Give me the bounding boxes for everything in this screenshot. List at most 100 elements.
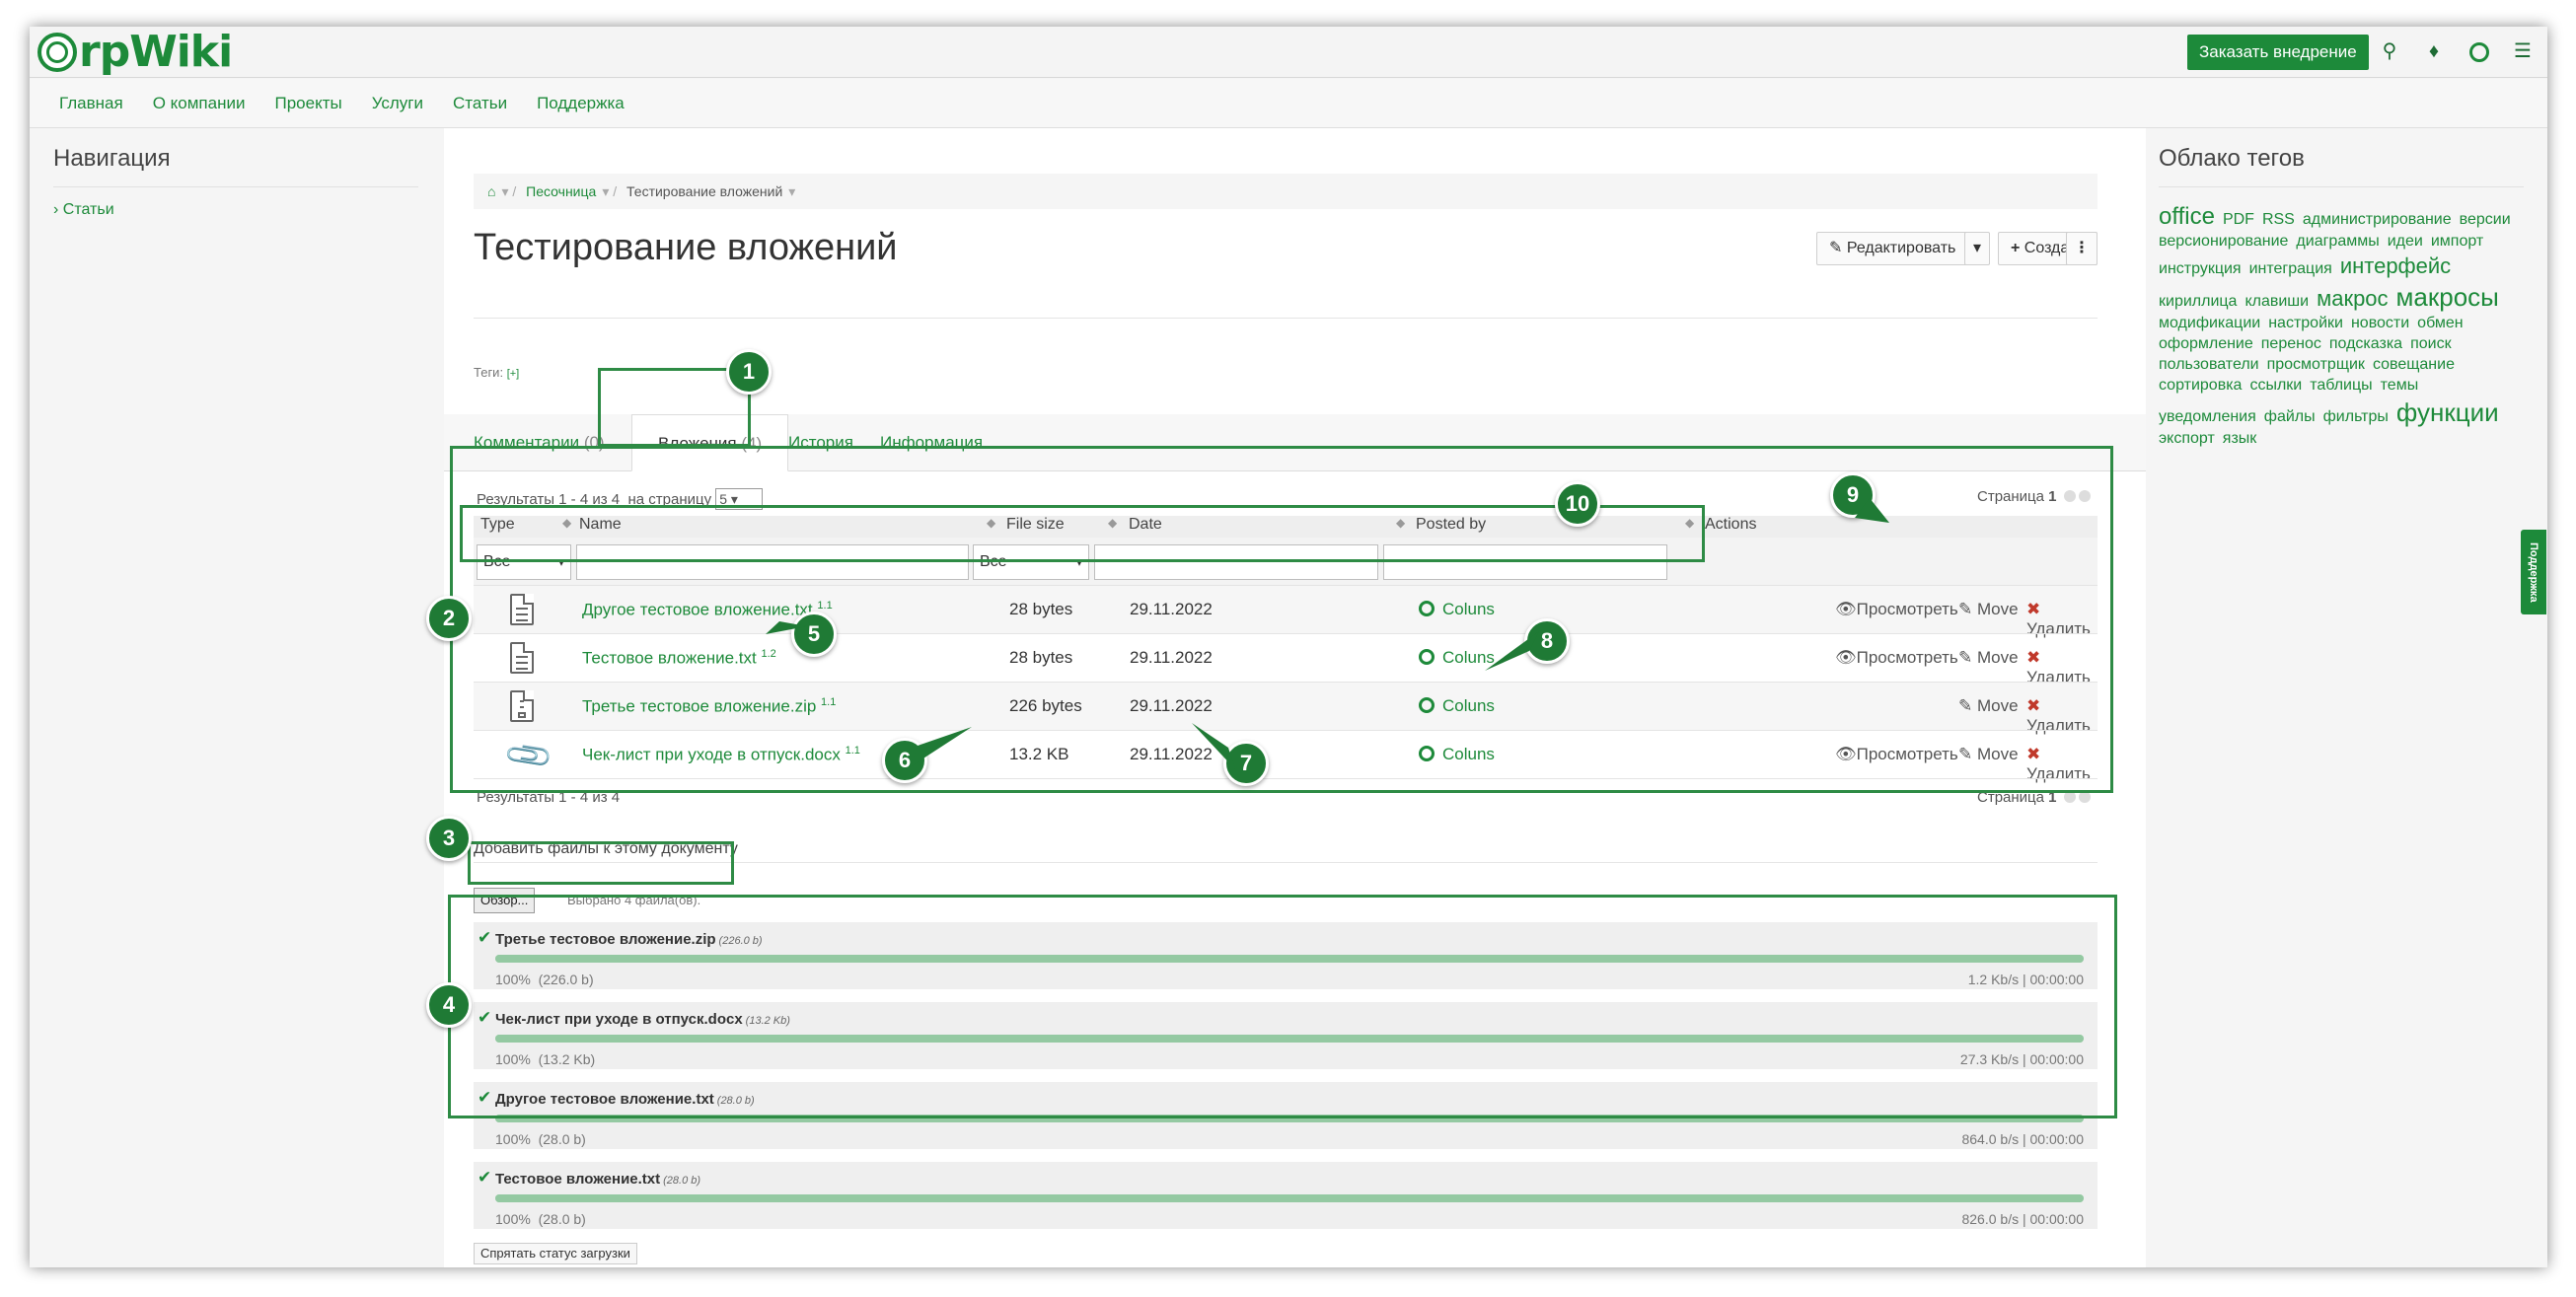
right-sidebar: Облако тегов office PDF RSS администрирован…: [2159, 145, 2524, 450]
search-icon[interactable]: ⚲: [2377, 38, 2402, 64]
tag-cloud-item[interactable]: модификации: [2159, 314, 2260, 334]
add-tag-link[interactable]: [+]: [507, 368, 520, 380]
caret-down-icon: ▾: [1972, 240, 1982, 256]
tag-cloud-item[interactable]: инструкция: [2159, 259, 2242, 280]
tag-cloud-item[interactable]: ссылки: [2249, 376, 2302, 396]
tag-cloud-item[interactable]: интерфейс: [2340, 252, 2451, 281]
tag-cloud-item[interactable]: импорт: [2431, 232, 2483, 252]
logo[interactable]: rpWiki: [37, 27, 233, 77]
edit-label: Редактировать: [1846, 240, 1956, 256]
sidebar-link-label: Статьи: [62, 201, 114, 218]
plus-icon: +: [2011, 240, 2024, 256]
upload-speed: 864.0 b/s | 00:00:00: [1961, 1131, 2084, 1147]
globe-icon[interactable]: [2466, 38, 2492, 64]
tag-cloud-item[interactable]: перенос: [2261, 334, 2321, 355]
title-divider: [474, 318, 2098, 319]
tag-cloud-item[interactable]: подсказка: [2329, 334, 2402, 355]
upload-percent-value: 100%: [495, 1131, 531, 1147]
more-options-button[interactable]: ⋮: [2066, 232, 2098, 265]
hide-upload-status-button[interactable]: Спрятать статус загрузки: [474, 1243, 637, 1264]
tag-cloud-item[interactable]: оформление: [2159, 334, 2253, 355]
nav-item-projects[interactable]: Проекты: [274, 94, 341, 113]
bell-icon[interactable]: ♦: [2421, 38, 2447, 64]
annotation-badge-4: 4: [426, 982, 472, 1028]
annotation-badge-6: 6: [882, 738, 927, 783]
tag-cloud-item[interactable]: версии: [2460, 210, 2511, 231]
nav-item-about[interactable]: О компании: [153, 94, 246, 113]
tag-cloud-item[interactable]: кириллица: [2159, 292, 2237, 313]
tag-cloud-item[interactable]: поиск: [2410, 334, 2452, 355]
check-icon: ✔: [478, 1168, 492, 1187]
breadcrumb-sandbox[interactable]: Песочница: [526, 183, 596, 199]
page-title: Тестирование вложений: [474, 227, 898, 268]
tag-cloud-item[interactable]: обмен: [2417, 314, 2463, 334]
tag-cloud-item[interactable]: функции: [2396, 396, 2499, 430]
logo-globe-icon: [37, 33, 77, 72]
tag-cloud-item[interactable]: версионирование: [2159, 232, 2288, 252]
nav-item-home[interactable]: Главная: [59, 94, 123, 113]
upload-done-value: (28.0 b): [538, 1131, 586, 1147]
tag-cloud: office PDF RSS администрирование версии верси…: [2159, 201, 2524, 450]
nav-item-services[interactable]: Услуги: [372, 94, 423, 113]
annotation-badge-2: 2: [426, 596, 472, 641]
tag-cloud-item[interactable]: макросы: [2396, 281, 2499, 315]
vertical-dots-icon: ⋮: [2074, 240, 2090, 256]
chevron-right-icon: ›: [53, 201, 63, 218]
tag-cloud-item[interactable]: темы: [2381, 376, 2419, 396]
breadcrumb-current[interactable]: Тестирование вложений: [626, 183, 782, 199]
upload-percent: 100% (28.0 b): [495, 1131, 586, 1147]
highlight-upload-list: [448, 895, 2117, 1118]
annotation-badge-8: 8: [1524, 618, 1570, 664]
tag-cloud-item[interactable]: экспорт: [2159, 429, 2215, 450]
pencil-icon: ✎: [1829, 240, 1847, 256]
tags-label-text: Теги:: [474, 365, 504, 380]
annotation-badge-9: 9: [1830, 472, 1876, 518]
highlight-browse: [468, 841, 734, 885]
tag-cloud-item[interactable]: PDF: [2223, 210, 2254, 231]
tag-cloud-item[interactable]: RSS: [2262, 210, 2295, 231]
tag-cloud-item[interactable]: пользователи: [2159, 355, 2259, 376]
tag-cloud-item[interactable]: идеи: [2388, 232, 2423, 252]
upload-speed: 826.0 b/s | 00:00:00: [1961, 1211, 2084, 1227]
upload-item: ✔ Тестовое вложение.txt (28.0 b) 100% (28…: [474, 1162, 2098, 1229]
upload-percent: 100% (28.0 b): [495, 1211, 586, 1227]
tag-cloud-item[interactable]: диаграммы: [2296, 232, 2379, 252]
hamburger-icon[interactable]: ☰: [2510, 38, 2536, 64]
edit-button[interactable]: ✎ Редактировать: [1816, 232, 1969, 265]
left-sidebar: Навигация › Статьи: [53, 145, 418, 219]
upload-file-name: Тестовое вложение.txt (28.0 b): [495, 1171, 700, 1188]
tag-cloud-item[interactable]: настройки: [2268, 314, 2343, 334]
tag-cloud-item[interactable]: язык: [2223, 429, 2257, 450]
order-implementation-button[interactable]: Заказать внедрение: [2187, 35, 2369, 70]
tag-cloud-item[interactable]: office: [2159, 201, 2215, 232]
tag-cloud-item[interactable]: клавиши: [2245, 292, 2309, 313]
upload-done-value: (28.0 b): [538, 1211, 586, 1227]
edit-dropdown-button[interactable]: ▾: [1964, 232, 1990, 265]
nav-item-support[interactable]: Поддержка: [537, 94, 625, 113]
logo-text: rpWiki: [79, 27, 233, 77]
nav-item-articles[interactable]: Статьи: [453, 94, 507, 113]
home-icon[interactable]: ⌂: [487, 183, 495, 199]
tag-cloud-item[interactable]: совещание: [2373, 355, 2455, 376]
sidebar-link-articles[interactable]: › Статьи: [53, 201, 418, 219]
tag-cloud-item[interactable]: администрирование: [2303, 210, 2452, 231]
tag-cloud-item[interactable]: новости: [2351, 314, 2409, 334]
tags-label: Теги: [+]: [474, 365, 519, 380]
upload-size: (28.0 b): [663, 1175, 701, 1187]
annotation-badge-1: 1: [726, 349, 772, 395]
tag-cloud-item[interactable]: фильтры: [2323, 407, 2389, 428]
tag-cloud-item[interactable]: файлы: [2264, 407, 2316, 428]
tag-cloud-item[interactable]: уведомления: [2159, 407, 2256, 428]
tag-cloud-item[interactable]: сортировка: [2159, 376, 2242, 396]
highlight-filter-row: [460, 505, 1705, 562]
tag-cloud-item[interactable]: интеграция: [2249, 259, 2332, 280]
support-side-tab[interactable]: Поддержка: [2521, 530, 2546, 614]
tag-cloud-title: Облако тегов: [2159, 145, 2524, 187]
breadcrumb: ⌂ ▾ / Песочница ▾ / Тестирование вложений ▾: [474, 174, 2098, 209]
annotation-badge-5: 5: [791, 612, 837, 657]
tag-cloud-item[interactable]: таблицы: [2310, 376, 2372, 396]
tag-cloud-item[interactable]: макрос: [2317, 285, 2388, 314]
top-bar: rpWiki Заказать внедрение ⚲ ♦ ☰: [30, 27, 2547, 78]
upload-percent-value: 100%: [495, 1211, 531, 1227]
tag-cloud-item[interactable]: просмотрщик: [2267, 355, 2365, 376]
